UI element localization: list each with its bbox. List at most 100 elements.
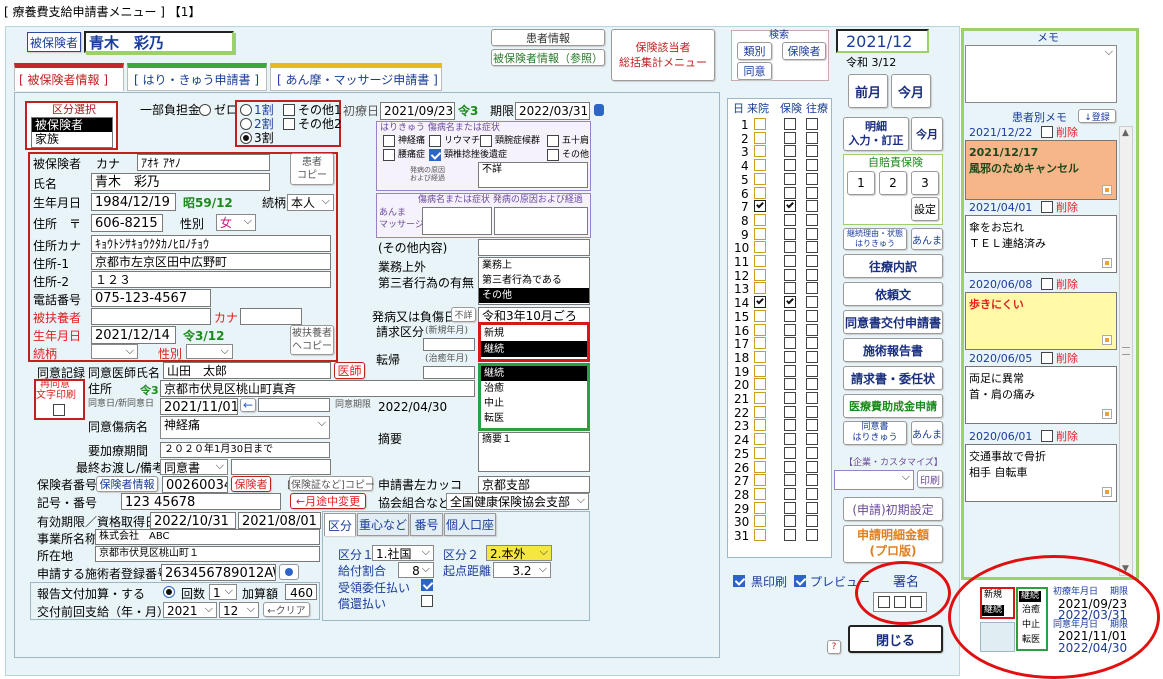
- kigen-dot-button[interactable]: [594, 104, 604, 116]
- kubun-item[interactable]: 家族: [32, 132, 112, 146]
- day-hoken-checkbox[interactable]: [784, 186, 796, 199]
- day-raiin-checkbox[interactable]: [754, 159, 766, 172]
- search-consent-button[interactable]: 同意: [737, 62, 772, 80]
- insured-ref-button[interactable]: 被保険者情報（参照）: [491, 49, 605, 66]
- toroku-button[interactable]: ↓登録: [1078, 109, 1116, 123]
- day-hoken-checkbox[interactable]: [784, 433, 796, 446]
- day-raiin-checkbox[interactable]: [754, 378, 766, 391]
- ratio-3-radio[interactable]: [240, 132, 252, 144]
- scroll-up-icon[interactable]: ▲: [1122, 128, 1129, 138]
- day-raiin-checkbox[interactable]: [754, 296, 766, 309]
- hari-check-yotsu[interactable]: [383, 149, 395, 161]
- shomei-box-2[interactable]: [894, 596, 906, 608]
- irai-button[interactable]: 依頼文: [843, 282, 943, 306]
- subtab-bango[interactable]: 番号: [410, 513, 443, 536]
- saido-checkbox[interactable]: [53, 404, 65, 416]
- day-raiin-checkbox[interactable]: [754, 350, 766, 363]
- day-hoken-checkbox[interactable]: [784, 200, 796, 213]
- day-oryo-checkbox[interactable]: [806, 186, 818, 199]
- scroll-thumb[interactable]: [1122, 347, 1130, 355]
- day-hoken-checkbox[interactable]: [784, 350, 796, 363]
- day-hoken-checkbox[interactable]: [784, 446, 796, 459]
- shisetsu-field[interactable]: 263456789012AW: [161, 564, 276, 581]
- day-raiin-checkbox[interactable]: [754, 515, 766, 528]
- subtab-koza[interactable]: 個人口座: [444, 513, 496, 536]
- hokensha-button[interactable]: 保険者: [231, 476, 271, 492]
- day-hoken-checkbox[interactable]: [784, 323, 796, 336]
- day-oryo-checkbox[interactable]: [806, 131, 818, 144]
- day-oryo-checkbox[interactable]: [806, 433, 818, 446]
- day-raiin-checkbox[interactable]: [754, 337, 766, 350]
- day-oryo-checkbox[interactable]: [806, 309, 818, 322]
- shisetsu-dot-button[interactable]: [279, 564, 299, 580]
- day-oryo-checkbox[interactable]: [806, 487, 818, 500]
- kigyo-select[interactable]: [834, 470, 914, 490]
- shomei-box-1[interactable]: [878, 596, 890, 608]
- gyomu-item[interactable]: その他: [479, 288, 589, 303]
- kana-field[interactable]: ｱｵｷ ｱﾔﾉ: [137, 154, 270, 171]
- day-oryo-checkbox[interactable]: [806, 268, 818, 281]
- shozai-field[interactable]: 京都市伏見区桃山町１: [95, 546, 320, 562]
- day-hoken-checkbox[interactable]: [784, 227, 796, 240]
- fumei-button[interactable]: 不詳: [451, 307, 476, 322]
- memo-delete-checkbox[interactable]: [1041, 278, 1053, 290]
- kubun-item[interactable]: 被保険者: [32, 118, 112, 132]
- day-hoken-checkbox[interactable]: [784, 405, 796, 418]
- day-oryo-checkbox[interactable]: [806, 282, 818, 295]
- jiko-button-1[interactable]: 1: [847, 171, 875, 195]
- day-oryo-checkbox[interactable]: [806, 337, 818, 350]
- doctor-button[interactable]: 医師: [334, 362, 365, 379]
- kasan-field[interactable]: 460: [285, 584, 317, 600]
- day-raiin-checkbox[interactable]: [754, 487, 766, 500]
- shokan-checkbox[interactable]: [421, 595, 433, 607]
- kiten-select[interactable]: 3.2: [493, 562, 551, 578]
- fuyo-field[interactable]: [91, 308, 211, 325]
- day-hoken-checkbox[interactable]: [784, 282, 796, 295]
- yuko-field[interactable]: 2022/10/31: [150, 512, 236, 529]
- day-oryo-checkbox[interactable]: [806, 350, 818, 363]
- day-oryo-checkbox[interactable]: [806, 364, 818, 377]
- day-raiin-checkbox[interactable]: [754, 145, 766, 158]
- day-raiin-checkbox[interactable]: [754, 255, 766, 267]
- day-raiin-checkbox[interactable]: [754, 433, 766, 446]
- meisai-button[interactable]: 明細 入力・訂正: [843, 117, 909, 151]
- memo-mark-icon[interactable]: [1102, 258, 1112, 268]
- day-oryo-checkbox[interactable]: [806, 255, 818, 267]
- memo-mark-icon[interactable]: [1102, 409, 1112, 419]
- patient-name-box[interactable]: 青木 彩乃: [84, 31, 234, 53]
- memo-mark-icon[interactable]: [1102, 335, 1112, 345]
- doui-arrow-button[interactable]: ←: [240, 398, 256, 412]
- kakko-field[interactable]: 京都支部: [478, 476, 590, 493]
- gyomu-item[interactable]: 第三者行為である: [479, 273, 589, 288]
- day-oryo-checkbox[interactable]: [806, 419, 818, 432]
- shoki-button[interactable]: (申請)初期設定: [843, 497, 943, 521]
- addr2-field[interactable]: １２３: [91, 271, 331, 288]
- day-hoken-checkbox[interactable]: [784, 392, 796, 404]
- keizoku-button[interactable]: 継続理由・状態 はりきゅう: [843, 228, 907, 250]
- day-oryo-checkbox[interactable]: [806, 474, 818, 487]
- day-oryo-checkbox[interactable]: [806, 172, 818, 185]
- search-insurer-button[interactable]: 保険者: [782, 42, 826, 60]
- prev-month-button[interactable]: 前月: [848, 74, 888, 108]
- seikyu-item[interactable]: 新規: [481, 325, 587, 341]
- hari-check-gojukata[interactable]: [547, 135, 559, 147]
- day-hoken-checkbox[interactable]: [784, 241, 796, 254]
- kubun-list[interactable]: 被保険者 家族: [31, 117, 113, 148]
- this-month-button[interactable]: 今月: [891, 74, 931, 108]
- memo-entry-text[interactable]: 両足に異常 首・肩の痛み: [965, 366, 1117, 424]
- day-oryo-checkbox[interactable]: [806, 145, 818, 158]
- day-raiin-checkbox[interactable]: [754, 186, 766, 199]
- day-oryo-checkbox[interactable]: [806, 460, 818, 473]
- day-raiin-checkbox[interactable]: [754, 172, 766, 185]
- doui-kofu-button[interactable]: 同意書交付申請書: [843, 310, 943, 334]
- fuyo-copy-button[interactable]: 被扶養者 ヘコピー: [290, 325, 334, 355]
- memo-scrollbar[interactable]: ▲ ▼: [1119, 126, 1133, 576]
- byomei-select[interactable]: 神経痛: [160, 416, 330, 439]
- name-field[interactable]: 青木 彩乃: [91, 173, 270, 191]
- memo-delete-checkbox[interactable]: [1041, 352, 1053, 364]
- day-oryo-checkbox[interactable]: [806, 405, 818, 418]
- ouryo-button[interactable]: 往療内訳: [843, 254, 943, 278]
- subtab-jushin[interactable]: 重心など: [357, 513, 409, 536]
- kyufu-select[interactable]: 8: [398, 562, 434, 578]
- hari-check-sonota[interactable]: [547, 149, 559, 161]
